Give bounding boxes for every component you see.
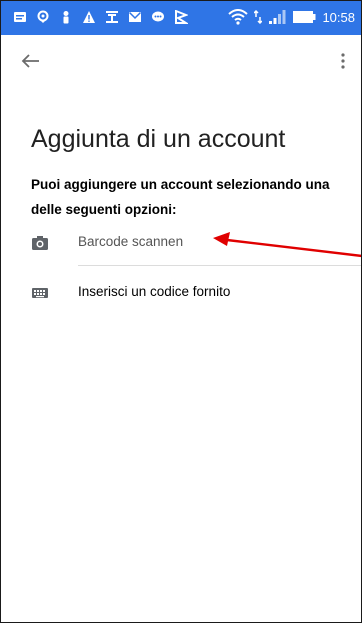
chat-icon (152, 11, 164, 22)
signal-icon (269, 10, 286, 24)
app-toolbar (1, 35, 361, 85)
person-icon (63, 11, 69, 24)
option-divider (78, 265, 361, 266)
screen-frame: 10:58 Aggiunta di un account Puoi aggiun… (0, 0, 362, 623)
battery-icon (293, 11, 316, 23)
arrow-left-icon[interactable] (19, 49, 43, 73)
page-subtitle: Puoi aggiungere un account selezionando … (31, 177, 330, 217)
mail-icon (128, 11, 142, 22)
warning-icon (83, 11, 95, 23)
option-enter-code[interactable]: Inserisci un codice fornito (1, 269, 361, 317)
wifi-icon (228, 9, 249, 25)
location-icon (37, 10, 49, 23)
more-vertical-icon[interactable] (337, 49, 349, 73)
page-title: Aggiunta di un account (31, 125, 286, 153)
app-icon (106, 11, 118, 23)
clock-time: 10:58 (322, 9, 355, 25)
keyboard-icon (32, 288, 48, 298)
option-barcode-scan[interactable]: Barcode scannen (1, 219, 361, 267)
option-label: Inserisci un codice fornito (78, 284, 231, 299)
message-icon (14, 12, 26, 22)
flag-icon (175, 10, 188, 24)
option-label: Barcode scannen (78, 234, 184, 249)
notification-icons (13, 10, 188, 24)
data-transfer-icon (254, 9, 263, 25)
status-bar: 10:58 (1, 1, 361, 35)
system-icons: 10:58 (228, 9, 355, 25)
camera-icon (32, 236, 48, 250)
